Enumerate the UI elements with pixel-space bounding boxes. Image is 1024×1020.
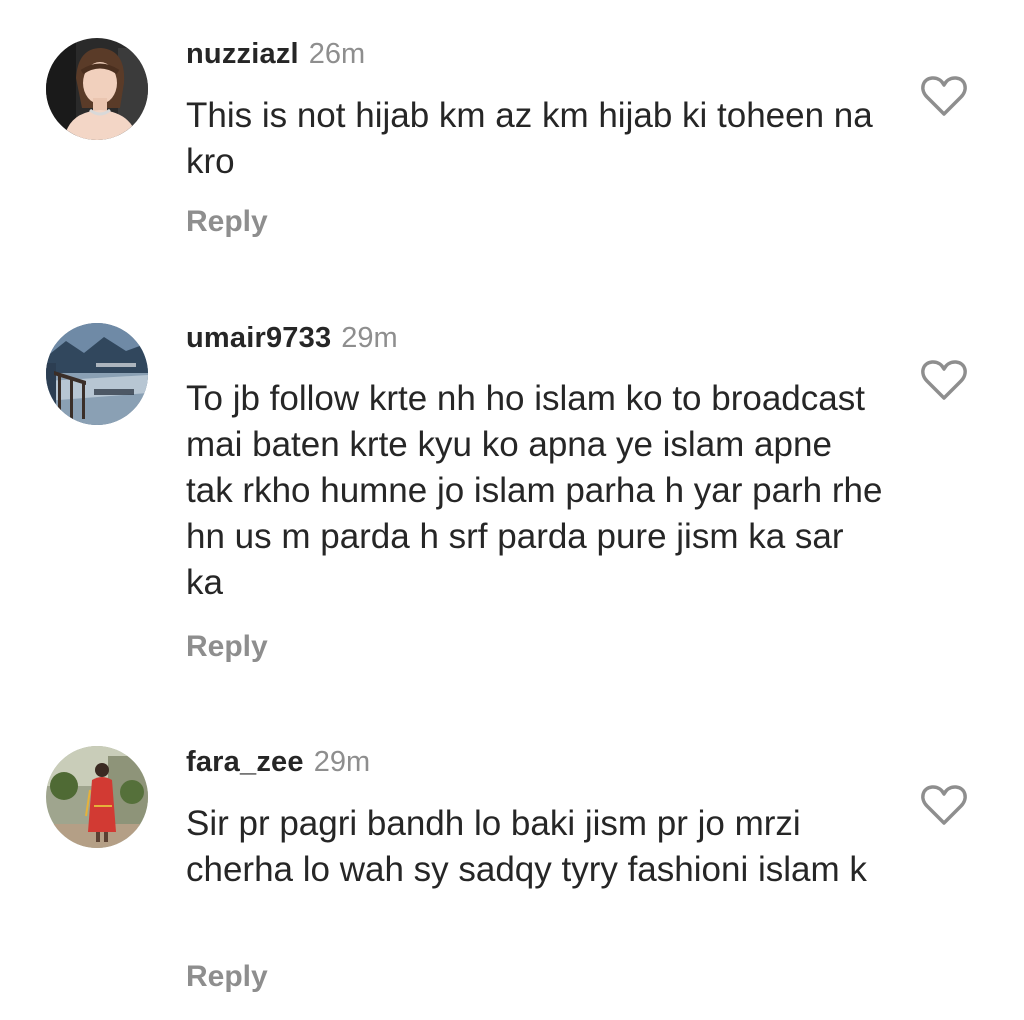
reply-button[interactable]: Reply <box>186 630 268 664</box>
profile-photo-landscape-icon <box>46 323 148 425</box>
reply-button[interactable]: Reply <box>186 960 268 994</box>
heart-outline-icon <box>921 785 967 825</box>
username[interactable]: fara_zee <box>186 746 304 778</box>
heart-outline-icon <box>921 76 967 116</box>
timestamp: 29m <box>313 746 371 778</box>
reply-button[interactable]: Reply <box>186 205 268 239</box>
comment-text: Sir pr pagri bandh lo baki jism pr jo mr… <box>186 804 867 889</box>
comment-header: umair9733 29m <box>186 318 398 358</box>
like-button[interactable] <box>920 358 968 402</box>
timestamp: 26m <box>308 38 366 70</box>
like-button[interactable] <box>920 783 968 827</box>
avatar[interactable] <box>46 323 148 425</box>
like-button[interactable] <box>920 74 968 118</box>
comment-text: This is not hijab km az km hijab ki tohe… <box>186 96 873 181</box>
heart-outline-icon <box>921 360 967 400</box>
timestamp: 29m <box>341 322 398 354</box>
avatar[interactable] <box>46 746 148 848</box>
profile-photo-girl-red-dress-icon <box>46 746 148 848</box>
avatar[interactable] <box>46 38 148 140</box>
comment-header: fara_zee 29m <box>186 742 370 782</box>
username[interactable]: nuzziazl <box>186 38 299 70</box>
username[interactable]: umair9733 <box>186 322 331 354</box>
profile-photo-woman-icon <box>46 38 148 140</box>
comment-text: To jb follow krte nh ho islam ko to broa… <box>186 379 883 602</box>
comment-header: nuzziazl 26m <box>186 34 365 74</box>
